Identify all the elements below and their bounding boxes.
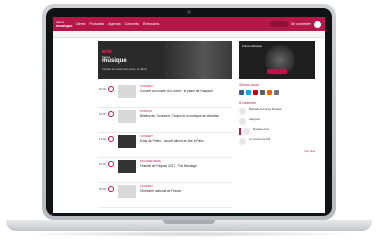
nav-item[interactable]: Concerts [125, 22, 139, 26]
item-title[interactable]: Concert au musée du Louvre : le piano de… [140, 89, 228, 93]
list-item[interactable]: 16:00 PODCAST Beethoven, Schubert, Chopi… [98, 108, 232, 133]
pinterest-icon[interactable] [253, 90, 258, 95]
item-thumbnail [118, 160, 136, 173]
item-time: 20:00 [99, 87, 106, 91]
top-right-controls: Se connecter [270, 20, 321, 28]
play-icon[interactable] [108, 111, 114, 117]
nav-item[interactable]: Podcasts [89, 22, 104, 26]
browser-screen: france musique Direct Podcasts Agenda Co… [53, 17, 325, 213]
main-nav: Direct Podcasts Agenda Concerts Émission… [76, 22, 159, 26]
sidebar-item[interactable]: Allegretto [239, 118, 315, 125]
logo-line-2: musique [56, 22, 73, 28]
hero-caption: Concert au musée du Louvre, en direct [102, 68, 147, 71]
laptop-notch [163, 220, 215, 224]
item-title[interactable]: Eddy de Pretto : nouvel album en live à … [140, 139, 228, 143]
sidebar-item[interactable]: Matinale de France Musique [239, 108, 315, 115]
play-icon[interactable] [108, 161, 114, 167]
sidebar: France Musique Suivez-nous À l'antenne M… [239, 41, 315, 153]
item-category: CONCERT [140, 135, 153, 138]
item-title[interactable]: Orchestre national de France [140, 189, 228, 193]
login-link[interactable]: Se connecter [291, 22, 311, 26]
live-radio-player[interactable]: France Musique [239, 41, 315, 79]
site-logo[interactable]: france musique [56, 19, 73, 29]
facebook-icon[interactable] [239, 90, 244, 95]
item-time: 10:00 [99, 162, 106, 166]
item-category: PODCAST [140, 110, 153, 113]
hero-banner[interactable]: arte france musique Concert au musée du … [98, 41, 232, 79]
item-thumbnail [118, 85, 136, 98]
item-title[interactable]: Beethoven, Schubert, Chopin et la musiqu… [140, 114, 228, 118]
item-thumbnail [118, 185, 136, 198]
section-title: À l'antenne [239, 101, 256, 105]
top-navigation-bar: france musique Direct Podcasts Agenda Co… [53, 17, 325, 31]
sub-navigation-bar [53, 31, 325, 38]
user-icon[interactable] [314, 20, 321, 28]
sidebar-item-label: Le Concert de 20h [249, 138, 271, 141]
play-icon[interactable] [108, 86, 114, 92]
list-item[interactable]: 13:00 CONCERT Eddy de Pretto : nouvel al… [98, 133, 232, 158]
item-time: 09:00 [99, 187, 106, 191]
play-icon[interactable] [108, 136, 114, 142]
play-icon[interactable] [108, 186, 114, 192]
sidebar-item-label: Musique émoi [253, 128, 270, 131]
item-thumbnail [118, 110, 136, 123]
item-category: DOCUMENTAIRE [140, 160, 161, 163]
hero-brand-main: musique [102, 58, 127, 64]
social-links [239, 90, 315, 95]
instagram-icon[interactable] [260, 90, 265, 95]
item-avatar [239, 118, 246, 125]
item-avatar [243, 128, 250, 135]
sidebar-item[interactable]: Le Concert de 20h [239, 138, 315, 145]
camera-icon [187, 10, 191, 14]
item-category: CONCERT [140, 185, 153, 188]
list-item[interactable]: 10:00 DOCUMENTAIRE Festival de Pâques 20… [98, 158, 232, 183]
nav-item[interactable]: Agenda [108, 22, 120, 26]
sidebar-item-label: Allegretto [249, 118, 260, 121]
item-time: 16:00 [99, 112, 106, 116]
nav-item[interactable]: Direct [76, 22, 85, 26]
soundcloud-icon[interactable] [267, 90, 272, 95]
item-thumbnail [118, 135, 136, 148]
item-title[interactable]: Festival de Pâques 2017 : The Bandage [140, 164, 228, 168]
laptop-shadow [18, 231, 360, 237]
listen-button[interactable] [267, 69, 287, 74]
follow-title: Suivez-nous [239, 83, 259, 87]
hero-image [162, 41, 232, 79]
nav-item[interactable]: Émissions [143, 22, 159, 26]
radio-label: France Musique [242, 44, 263, 48]
sidebar-item-label: Matinale de France Musique [249, 108, 282, 111]
item-category: CONCERT [140, 85, 153, 88]
rss-icon[interactable] [274, 90, 279, 95]
item-avatar [239, 108, 246, 115]
list-item[interactable]: 09:00 CONCERT Orchestre national de Fran… [98, 183, 232, 208]
live-button[interactable] [270, 21, 289, 27]
sidebar-item-active[interactable]: Musique émoi [239, 128, 315, 135]
see-more-link[interactable]: Voir plus [239, 149, 315, 153]
twitter-icon[interactable] [246, 90, 251, 95]
list-item[interactable]: 20:00 CONCERT Concert au musée du Louvre… [98, 83, 232, 108]
program-list: 20:00 CONCERT Concert au musée du Louvre… [98, 83, 232, 208]
item-time: 13:00 [99, 137, 106, 141]
item-avatar [239, 138, 246, 145]
